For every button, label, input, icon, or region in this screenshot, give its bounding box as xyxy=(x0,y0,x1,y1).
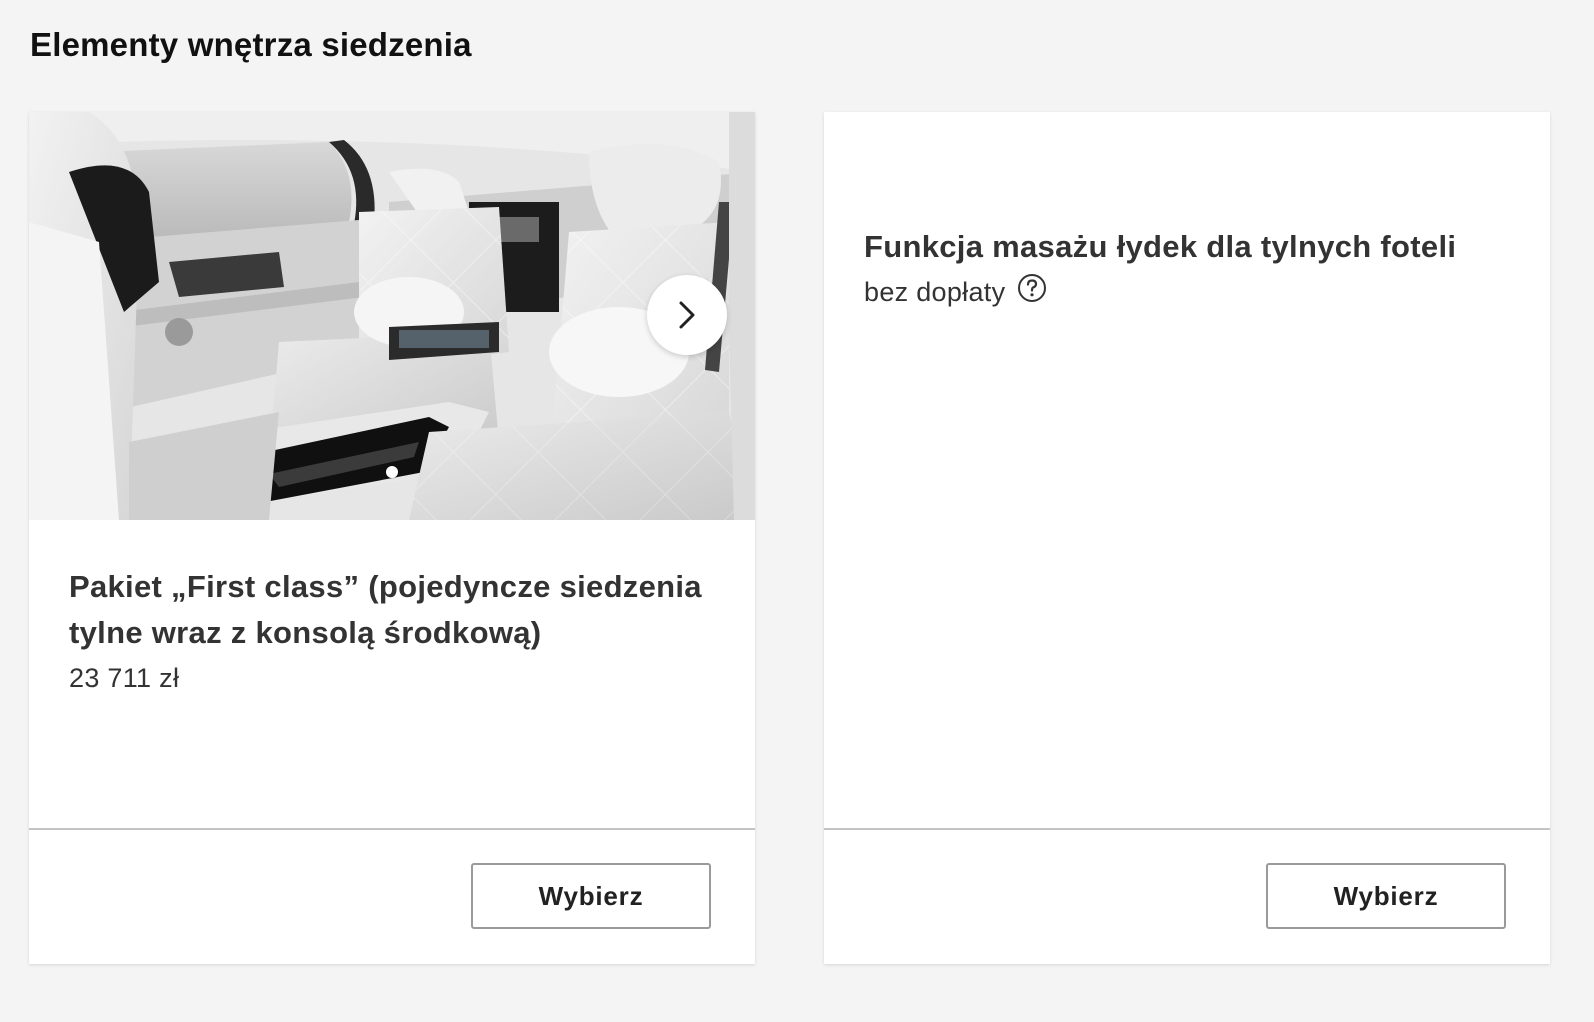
card-divider xyxy=(824,828,1550,830)
chevron-right-icon xyxy=(679,301,695,329)
option-title: Funkcja masażu łydek dla tylnych foteli xyxy=(864,229,1457,264)
option-price: bez dopłaty xyxy=(864,277,1006,307)
question-circle-icon[interactable] xyxy=(1017,273,1047,303)
card-content: Pakiet „First class” (pojedyncze siedzen… xyxy=(69,564,725,698)
option-card-first-class: Pakiet „First class” (pojedyncze siedzen… xyxy=(29,112,755,964)
select-button[interactable]: Wybierz xyxy=(471,863,711,929)
gallery-dot-active[interactable] xyxy=(386,466,398,478)
section-title: Elementy wnętrza siedzenia xyxy=(30,26,472,63)
option-card-calf-massage: Funkcja masażu łydek dla tylnych foteli … xyxy=(824,112,1550,964)
option-price: 23 711 zł xyxy=(69,663,180,693)
card-content: Funkcja masażu łydek dla tylnych foteli … xyxy=(864,224,1520,312)
gallery-next-button[interactable] xyxy=(647,275,727,355)
gallery-pagination xyxy=(29,466,755,478)
price-row: 23 711 zł xyxy=(69,658,725,698)
option-title: Pakiet „First class” (pojedyncze siedzen… xyxy=(69,569,702,650)
image-gallery[interactable] xyxy=(29,112,755,520)
select-button[interactable]: Wybierz xyxy=(1266,863,1506,929)
card-divider xyxy=(29,828,755,830)
price-row: bez dopłaty xyxy=(864,272,1520,312)
